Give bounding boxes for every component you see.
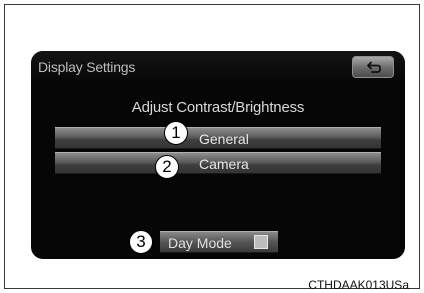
- day-mode-button[interactable]: Day Mode: [160, 231, 278, 253]
- callout-1: 1: [164, 121, 188, 145]
- general-button-label: General: [199, 131, 249, 147]
- figure-code: CTHDAAK013USa: [308, 278, 409, 292]
- figure-frame: Display Settings Adjust Contrast/Brightn…: [4, 4, 420, 292]
- callout-2: 2: [155, 155, 179, 179]
- screen-header: Display Settings: [31, 51, 405, 81]
- display-screen: Display Settings Adjust Contrast/Brightn…: [31, 51, 405, 259]
- return-arrow-icon: [367, 61, 381, 73]
- camera-button-label: Camera: [199, 156, 249, 172]
- screen-title: Display Settings: [38, 59, 136, 75]
- camera-button[interactable]: Camera: [55, 152, 381, 174]
- callout-3: 3: [129, 230, 153, 254]
- adjust-heading: Adjust Contrast/Brightness: [131, 99, 305, 116]
- day-mode-label: Day Mode: [168, 235, 232, 251]
- general-button[interactable]: General: [55, 127, 381, 149]
- back-button[interactable]: [352, 56, 394, 78]
- day-mode-indicator: [254, 235, 268, 249]
